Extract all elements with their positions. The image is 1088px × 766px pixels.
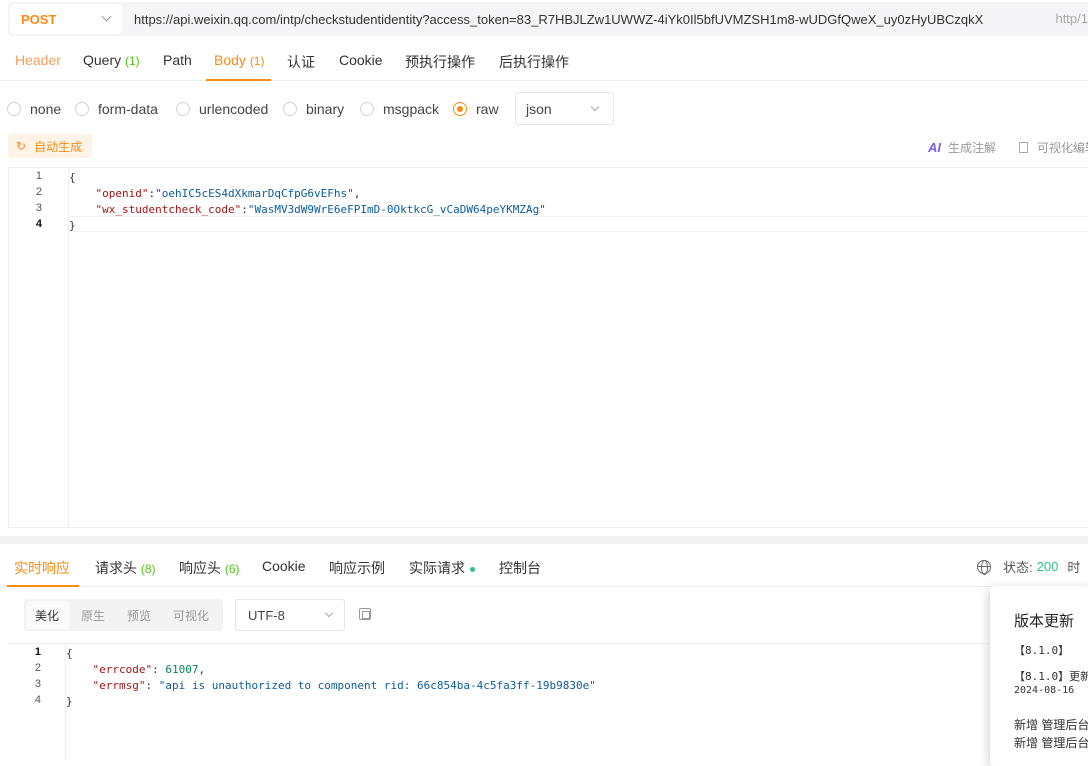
tab-response-headers[interactable]: 响应头 (6) [179, 558, 240, 578]
method-select[interactable]: POST [10, 4, 122, 34]
line-number: 3 [34, 678, 41, 690]
tab-actual-request[interactable]: 实际请求 [409, 558, 475, 578]
radio-circle-icon [75, 102, 89, 116]
line-gutter: 1 2 3 4 [8, 644, 66, 759]
line-gutter: 1 2 3 4 [9, 168, 69, 527]
radio-circle-icon [283, 102, 297, 116]
popup-title: 版本更新 [1014, 613, 1075, 630]
version-update-popup[interactable]: 版本更新 【8.1.0】 【8.1.0】更新 2024-08-16 新增 管理后… [990, 586, 1088, 766]
view-mode-switch: 美化 原生 预览 可视化 [24, 599, 223, 631]
radio-raw[interactable]: raw [453, 101, 499, 117]
panel-divider[interactable] [0, 536, 1088, 544]
code-line: "wx_studentcheck_code":"WasMV3dW9WrE6eFP… [95, 203, 546, 216]
active-line-highlight [70, 216, 1088, 232]
release-date: 2024-08-16 [1014, 685, 1075, 696]
radio-urlencoded[interactable]: urlencoded [176, 101, 268, 117]
tab-response-cookie[interactable]: Cookie [262, 558, 306, 574]
version-heading: 【8.1.0】更新 [1014, 670, 1088, 683]
view-mode-pretty[interactable]: 美化 [35, 607, 59, 624]
update-item: 新增 管理后台 [1014, 736, 1088, 750]
code-line: "errcode": 61007, [92, 663, 206, 676]
code-line: { [69, 171, 76, 184]
view-mode-preview[interactable]: 预览 [127, 607, 151, 624]
url-input[interactable]: https://api.weixin.qq.com/intp/checkstud… [134, 12, 983, 27]
line-number: 4 [35, 218, 42, 230]
version-tag: 【8.1.0】 [1014, 644, 1070, 657]
chevron-down-icon [101, 11, 112, 22]
document-icon [1019, 142, 1028, 153]
radio-circle-icon [360, 102, 374, 116]
radio-checked-icon [453, 102, 467, 116]
request-body-editor[interactable]: 1 2 3 4 { "openid":"oehIC5cES4dXkmarDqCf… [8, 167, 1088, 528]
view-mode-raw[interactable]: 原生 [81, 607, 105, 624]
response-body-viewer: 1 2 3 4 { "errcode": 61007, "errmsg": "a… [8, 643, 1088, 759]
tab-request-headers[interactable]: 请求头 (8) [95, 558, 156, 578]
request-tabs: Header Query (1) Path Body (1) 认证 Cookie… [0, 38, 1088, 81]
view-mode-visual[interactable]: 可视化 [173, 607, 209, 624]
generate-comment-button[interactable]: AI 生成注解 [928, 139, 996, 156]
url-bar: POST https://api.weixin.qq.com/intp/chec… [8, 2, 1088, 36]
chevron-down-icon [324, 608, 334, 618]
status-dot-icon [470, 566, 475, 572]
body-format-select[interactable]: json [515, 92, 614, 125]
tab-path[interactable]: Path [163, 52, 192, 68]
ai-icon: AI [928, 140, 941, 155]
auto-generate-button[interactable]: ↻ 自动生成 [8, 134, 92, 158]
radio-none[interactable]: none [7, 101, 61, 117]
radio-binary[interactable]: binary [283, 101, 344, 117]
line-number: 1 [34, 646, 41, 658]
tab-query[interactable]: Query (1) [83, 52, 140, 68]
line-number: 4 [34, 694, 41, 706]
code-line: } [66, 695, 73, 708]
radio-circle-icon [7, 102, 21, 116]
status-code: 200 [1036, 559, 1059, 574]
radio-msgpack[interactable]: msgpack [360, 101, 439, 117]
active-tab-indicator [7, 585, 79, 587]
line-number: 2 [34, 662, 41, 674]
encoding-select[interactable]: UTF-8 [235, 599, 345, 631]
tab-body[interactable]: Body (1) [214, 52, 264, 68]
active-tab-indicator [206, 79, 271, 81]
radio-form-data[interactable]: form-data [75, 101, 158, 117]
tab-pre-request[interactable]: 预执行操作 [405, 52, 475, 72]
tab-auth[interactable]: 认证 [287, 52, 315, 72]
globe-icon [977, 559, 991, 575]
protocol-hint: http/1 [1055, 11, 1088, 26]
code-line: "openid":"oehIC5cES4dXkmarDqCfpG6vEFhs", [95, 187, 361, 200]
tab-cookie[interactable]: Cookie [339, 52, 383, 68]
copy-icon[interactable] [359, 608, 371, 620]
line-number: 3 [35, 202, 42, 214]
line-number: 2 [35, 186, 42, 198]
tab-post-request[interactable]: 后执行操作 [499, 52, 569, 72]
code-line: } [69, 219, 76, 232]
body-type-selector: none form-data urlencoded binary msgpack… [0, 92, 1088, 126]
line-number: 1 [35, 170, 42, 182]
radio-circle-icon [176, 102, 190, 116]
status-info: 状态: 200 时 [977, 557, 1080, 576]
tab-live-response[interactable]: 实时响应 [14, 558, 70, 578]
update-item: 新增 管理后台 [1014, 718, 1088, 732]
tab-header[interactable]: Header [15, 52, 61, 68]
refresh-icon: ↻ [16, 139, 27, 153]
method-label: POST [21, 11, 57, 27]
tab-console[interactable]: 控制台 [499, 558, 541, 578]
response-tabs: 实时响应 请求头 (8) 响应头 (6) Cookie 响应示例 实际请求 控制… [0, 544, 1088, 587]
code-line: { [66, 647, 73, 660]
chevron-down-icon [590, 102, 600, 112]
visual-edit-button[interactable]: 可视化编辑 [1019, 139, 1088, 156]
tab-response-example[interactable]: 响应示例 [329, 558, 385, 578]
code-line: "errmsg": "api is unauthorized to compon… [92, 679, 596, 692]
